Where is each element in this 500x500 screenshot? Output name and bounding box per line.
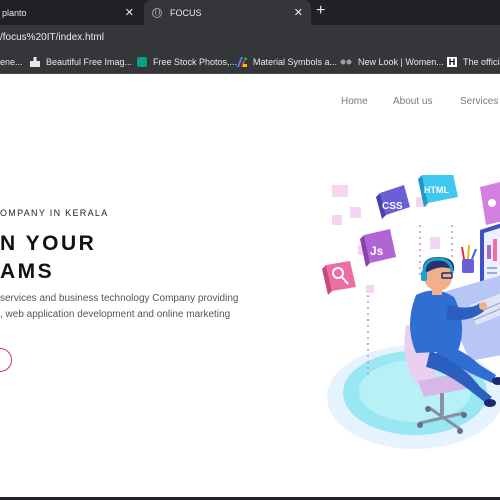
- close-icon[interactable]: ✕: [125, 6, 134, 19]
- newlook-icon: [340, 57, 352, 67]
- nav-home[interactable]: Home: [341, 96, 368, 107]
- bookmark-item[interactable]: Beautiful Free Imag...: [30, 57, 132, 67]
- tab-planto[interactable]: planto ✕: [0, 0, 142, 25]
- html-tile: HTML: [418, 175, 458, 207]
- html-label: HTML: [424, 185, 449, 195]
- hero-headline-line1: N YOUR: [0, 232, 97, 255]
- hero-description-line2: , web application development and online…: [0, 309, 231, 320]
- tab-title: FOCUS: [170, 7, 202, 18]
- new-tab-button[interactable]: +: [316, 2, 325, 20]
- bookmark-item[interactable]: New Look | Women...: [340, 57, 444, 67]
- unsplash-icon: [30, 57, 40, 67]
- js-label: Js: [370, 244, 384, 258]
- gear-tile: [480, 182, 500, 225]
- globe-icon: [152, 7, 162, 18]
- nav-about-us[interactable]: About us: [393, 96, 432, 107]
- address-bar[interactable]: /focus%20IT/index.html: [0, 25, 500, 52]
- hero-illustration: CSS HTML Js: [322, 175, 500, 449]
- js-tile: Js: [360, 229, 396, 267]
- css-tile: CSS: [376, 185, 410, 219]
- bookmark-item[interactable]: Material Symbols a...: [237, 57, 337, 67]
- h-logo-icon: H: [447, 57, 457, 67]
- google-fonts-icon: [237, 57, 247, 67]
- hero-cta-button[interactable]: [0, 348, 12, 372]
- hero-description-line1: services and business technology Company…: [0, 293, 239, 304]
- bookmark-label: ene...: [0, 57, 23, 67]
- pencil-cup: [461, 244, 477, 273]
- bookmark-label: Free Stock Photos,...: [153, 57, 238, 67]
- bookmark-label: The officia: [463, 57, 500, 67]
- close-icon[interactable]: ✕: [294, 6, 303, 19]
- bookmark-item[interactable]: H The officia: [447, 57, 500, 67]
- css-label: CSS: [382, 201, 403, 212]
- nav-services[interactable]: Services: [460, 96, 498, 107]
- bookmark-label: Material Symbols a...: [253, 57, 338, 67]
- hero-headline-line2: AMS: [0, 260, 55, 283]
- magnifier-tile: [322, 261, 356, 295]
- bookmark-label: Beautiful Free Imag...: [46, 57, 133, 67]
- pexels-icon: [137, 57, 147, 67]
- tab-focus[interactable]: FOCUS ✕: [144, 0, 311, 25]
- tab-strip: planto ✕ FOCUS ✕ +: [0, 0, 500, 25]
- bookmark-item[interactable]: ene...: [0, 57, 23, 67]
- bookmarks-bar: ene... Beautiful Free Imag... Free Stock…: [0, 52, 500, 74]
- tab-title: planto: [2, 7, 27, 18]
- bookmark-item[interactable]: Free Stock Photos,...: [137, 57, 237, 67]
- hero-eyebrow: OMPANY IN KERALA: [0, 208, 109, 218]
- url-text[interactable]: /focus%20IT/index.html: [0, 32, 104, 43]
- bookmark-label: New Look | Women...: [358, 57, 444, 67]
